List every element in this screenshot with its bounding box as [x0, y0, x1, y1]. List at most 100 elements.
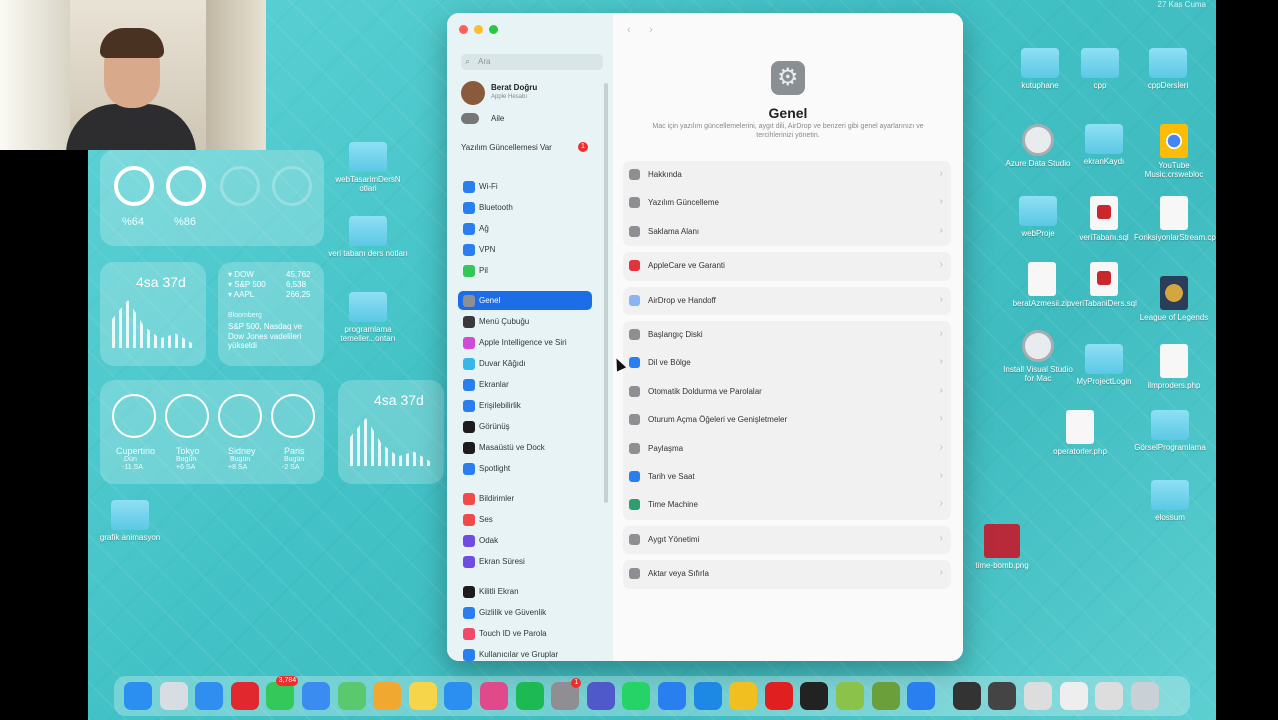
sidebar-item-genel[interactable]: Genel	[458, 291, 592, 310]
row-aktar-veya-sıfırla[interactable]: Aktar veya Sıfırla ›	[623, 560, 951, 588]
screenshot-5-icon[interactable]	[1095, 682, 1124, 710]
maps-icon[interactable]	[337, 682, 366, 710]
stocks-widget[interactable]: ▾ DOW 45,762 ▾ S&P 500 6,538 ▾ AAPL 266,…	[218, 262, 324, 366]
desktop-item-myprojectlogin[interactable]: MyProjectLogin	[1064, 344, 1144, 386]
sidebar-item-ekranlar[interactable]: Ekranlar	[458, 375, 592, 394]
family-row[interactable]: Aile	[461, 112, 601, 126]
sidebar-item-wi-fi[interactable]: Wi-Fi	[458, 177, 592, 196]
desktop-item-operatorler-php[interactable]: operatorler.php	[1040, 410, 1120, 456]
chrome-icon[interactable]	[729, 682, 758, 710]
mail-icon[interactable]	[302, 682, 330, 710]
desktop-item-time-bomb-png[interactable]: time-bomb.png	[962, 524, 1042, 570]
desktop-folder-animation[interactable]: grafik animasyon	[90, 500, 170, 542]
sidebar-item-masaüstü-ve-dock[interactable]: Masaüstü ve Dock	[458, 438, 592, 457]
youtube-icon[interactable]	[764, 682, 793, 710]
sidebar-item-bluetooth[interactable]: Bluetooth	[458, 198, 592, 217]
folder-icon	[111, 500, 149, 530]
row-time-machine[interactable]: Time Machine ›	[623, 491, 951, 519]
obs-icon[interactable]	[800, 682, 829, 710]
sidebar-scrollbar[interactable]	[604, 83, 608, 503]
desktop-item-veritabaniders-sql[interactable]: veriTabaniDers.sql	[1064, 262, 1144, 308]
screenshot-1-icon[interactable]	[952, 682, 981, 710]
sidebar-item-odak[interactable]: Odak	[458, 531, 592, 550]
whatsapp-icon[interactable]	[622, 682, 651, 710]
settings-icon[interactable]: 1	[551, 678, 582, 710]
account-row[interactable]: Berat Doğru Apple Hesabı	[461, 79, 601, 107]
finder-icon[interactable]	[124, 682, 152, 710]
messages-icon[interactable]: 3,784	[266, 676, 299, 710]
settings-main-pane: ‹ › Genel Mac için yazılım güncellemeler…	[613, 13, 963, 661]
sidebar-item-bildirimler[interactable]: Bildirimler	[458, 489, 592, 508]
sidebar-item-ses[interactable]: Ses	[458, 510, 592, 529]
desktop-folder-programming[interactable]: programlama temeller...ontarı	[328, 292, 408, 343]
desktop-item-ilmproders-php[interactable]: ilmproders.php	[1134, 344, 1214, 390]
xcode-icon[interactable]	[658, 682, 686, 710]
row-aygıt-yönetimi[interactable]: Aygıt Yönetimi ›	[623, 526, 951, 554]
sidebar-item-erişilebilirlik[interactable]: Erişilebilirlik	[458, 396, 592, 415]
sidebar-item-pil[interactable]: Pil	[458, 261, 592, 280]
desktop-item-veritabanı-sql[interactable]: veriTabanı.sql	[1064, 196, 1144, 242]
zoom-button[interactable]	[489, 25, 498, 34]
row-applecare-ve-garanti[interactable]: AppleCare ve Garanti ›	[623, 252, 951, 280]
sidebar-item-ekran-süresi[interactable]: Ekran Süresi	[458, 552, 592, 571]
notes-icon[interactable]	[408, 682, 437, 710]
sidebar-item-gizlilik-ve-güvenlik[interactable]: Gizlilik ve Güvenlik	[458, 603, 592, 622]
row-otomatik-doldurma-ve-parolalar[interactable]: Otomatik Doldurma ve Parolalar ›	[623, 378, 951, 406]
screenshot-3-icon[interactable]	[1024, 682, 1052, 710]
battery-widget[interactable]: %64 %86	[100, 150, 324, 246]
screenshot-2-icon[interactable]	[988, 682, 1017, 710]
desktop-folder-db[interactable]: veri tabanı ders notları	[328, 216, 408, 258]
appstore-icon[interactable]	[444, 682, 473, 710]
screen-time-widget-2[interactable]: 4sa 37d	[338, 380, 444, 484]
close-button[interactable]	[459, 25, 468, 34]
sidebar-item-spotlight[interactable]: Spotlight	[458, 459, 592, 478]
spotify-icon[interactable]	[515, 682, 544, 710]
screensharing-icon[interactable]	[907, 682, 936, 710]
minimize-button[interactable]	[474, 25, 483, 34]
desktop-folder-web[interactable]: webTasarimDersN otlari	[328, 142, 408, 193]
trash-icon[interactable]	[1130, 682, 1159, 710]
sidebar-item-ağ[interactable]: Ağ	[458, 219, 592, 238]
bluestacks-icon[interactable]	[836, 682, 864, 710]
software-update-row[interactable]: Yazılım Güncellemesi Var 1	[461, 141, 603, 155]
row-paylaşma[interactable]: Paylaşma ›	[623, 435, 951, 463]
row-hakkında[interactable]: Hakkında ›	[623, 161, 951, 189]
forward-chevron-icon[interactable]: ›	[649, 24, 653, 36]
desktop-item-elossum[interactable]: elossum	[1130, 480, 1210, 522]
row-airdrop-ve-handoff[interactable]: AirDrop ve Handoff ›	[623, 287, 951, 315]
minecraft-icon[interactable]	[871, 682, 900, 710]
row-tarih-ve-saat[interactable]: Tarih ve Saat ›	[623, 463, 951, 491]
sidebar-item-duvar-k-ğıdı[interactable]: Duvar Kâğıdı	[458, 354, 592, 373]
instagram-icon[interactable]	[480, 682, 508, 710]
sidebar-item-kilitli-ekran[interactable]: Kilitli Ekran	[458, 582, 592, 601]
sidebar-item-görünüş[interactable]: Görünüş	[458, 417, 592, 436]
odak-icon	[463, 535, 475, 547]
sidebar-item-vpn[interactable]: VPN	[458, 240, 592, 259]
opera-icon[interactable]	[230, 682, 259, 710]
launchpad-icon[interactable]	[159, 682, 188, 710]
photos-icon[interactable]	[373, 682, 402, 710]
row-başlangıç-diski[interactable]: Başlangıç Diski ›	[623, 321, 951, 349]
sidebar-search-input[interactable]: ⌕ Ara	[461, 54, 603, 70]
desktop-item-fonksiyonlarstream-cpp[interactable]: FonksiyonlarStream.cpp	[1134, 196, 1216, 242]
teams-icon[interactable]	[586, 682, 615, 710]
desktop-item-cppdersleri[interactable]: cppDersleri	[1128, 48, 1208, 90]
desktop-item-görselprogramlama[interactable]: GörselProgramlama	[1130, 410, 1210, 452]
row-dil-ve-bölge[interactable]: Dil ve Bölge ›	[623, 349, 951, 377]
desktop-item-ekrankaydı[interactable]: ekranKaydı	[1064, 124, 1144, 166]
desktop-item-league-of-legends[interactable]: League of Legends	[1134, 276, 1214, 322]
desktop-item-youtube-music-crswebloc[interactable]: YouTube Music.crswebloc	[1134, 124, 1214, 179]
sidebar-item-apple-intelligence-ve-siri[interactable]: Apple Intelligence ve Siri	[458, 333, 592, 352]
sidebar-item-touch-id-ve-parola[interactable]: Touch ID ve Parola	[458, 624, 592, 643]
sidebar-item-kullanıcılar-ve-gruplar[interactable]: Kullanıcılar ve Gruplar	[458, 645, 592, 661]
row-saklama-alanı[interactable]: Saklama Alanı ›	[623, 218, 951, 246]
back-chevron-icon[interactable]: ‹	[627, 24, 631, 36]
screen-time-widget[interactable]: 4sa 37d	[100, 262, 206, 366]
row-oturum-açma-öğeleri-ve-genişletmeler[interactable]: Oturum Açma Öğeleri ve Genişletmeler ›	[623, 406, 951, 434]
vscode-icon[interactable]	[693, 682, 722, 710]
safari-icon[interactable]	[195, 682, 224, 710]
sidebar-item-menü-çubuğu[interactable]: Menü Çubuğu	[458, 312, 592, 331]
row-yazılım-güncelleme[interactable]: Yazılım Güncelleme ›	[623, 189, 951, 217]
screenshot-4-icon[interactable]	[1059, 682, 1088, 710]
world-clock-widget[interactable]: Cupertino Tokyo Sidney Paris Dün Bugün B…	[100, 380, 324, 484]
